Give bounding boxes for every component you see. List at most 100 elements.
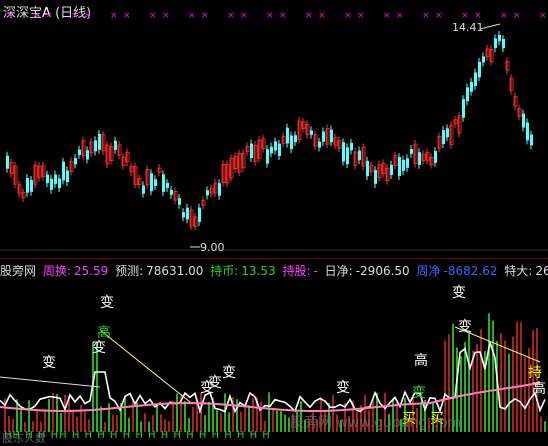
top-marker: × — [422, 11, 430, 21]
signal-label: 变 — [100, 295, 114, 311]
top-marker: × — [84, 11, 92, 21]
candle-body — [482, 56, 485, 63]
signal-label: 变 — [208, 375, 222, 391]
candle-body — [478, 61, 481, 78]
volume-bar — [516, 321, 518, 432]
candle-body — [162, 174, 165, 192]
volume-bar — [28, 400, 30, 432]
trend-line — [99, 329, 191, 403]
top-marker: × — [383, 11, 391, 21]
indicator-info-bar: 股旁网 周换: 25.59 预测: 78631.00 持币: 13.53 持股: - 日… — [0, 262, 548, 280]
candle-body — [502, 38, 505, 49]
indicator-panel[interactable]: 变变变高变变变变高变变变持高买买 HH H H HH H H H H H H H… — [0, 282, 548, 446]
volume-bar — [492, 320, 494, 432]
candle-body — [274, 141, 277, 151]
volume-bar — [184, 400, 186, 432]
daily-net-label: 日净: — [324, 264, 353, 278]
candle-body — [294, 135, 297, 143]
top-marker: × — [318, 11, 326, 21]
signal-label: 变 — [452, 285, 466, 301]
candle-body — [350, 143, 353, 151]
volume-bar — [36, 408, 38, 432]
indicator-chart — [0, 313, 546, 432]
candle-body — [30, 179, 33, 192]
volume-bar — [508, 353, 510, 432]
candle-body — [54, 174, 57, 184]
candle-body — [218, 183, 221, 196]
volume-bar — [80, 404, 82, 432]
volume-bar — [192, 406, 194, 432]
volume-bar — [260, 401, 262, 432]
volume-bar — [196, 404, 198, 432]
top-marker: × — [279, 11, 287, 21]
top-marker: × — [6, 11, 14, 21]
volume-bar — [480, 329, 482, 432]
daily-net-value: -2906.50 — [355, 264, 410, 278]
candle-body — [446, 128, 449, 138]
top-marker: × — [357, 11, 365, 21]
app-name: 股旁网 — [0, 264, 37, 278]
top-marker: × — [266, 11, 274, 21]
candlestick-chart: × × × × × × × × × × × × × × × × × × × × × × × × × × × × — [0, 11, 548, 251]
candle-body — [142, 185, 145, 194]
candle-body — [470, 81, 473, 92]
candle-body — [322, 131, 325, 142]
volume-bar — [208, 401, 210, 432]
candle-body — [74, 158, 77, 165]
watermark: 股旁网 www.gupang.com — [290, 415, 462, 431]
candle-body — [86, 150, 89, 160]
candle-body — [50, 178, 53, 190]
top-marker: × — [513, 11, 521, 21]
volume-bar — [64, 394, 66, 432]
top-marker: × — [240, 11, 248, 21]
volume-bar — [176, 393, 178, 432]
candle-body — [290, 135, 293, 150]
top-marker: × — [500, 11, 508, 21]
candle-body — [530, 134, 533, 146]
candle-body — [526, 122, 529, 141]
candle-body — [286, 127, 289, 144]
candle-body — [98, 133, 101, 150]
candle-body — [266, 149, 269, 164]
volume-bar — [520, 322, 522, 432]
volume-bar — [464, 342, 466, 432]
volume-bar — [172, 400, 174, 432]
top-marker: × — [396, 11, 404, 21]
high-price-label: 14.41 — [452, 21, 484, 34]
candle-body — [6, 155, 9, 169]
volume-bar — [280, 411, 282, 432]
trend-line — [0, 376, 101, 388]
candle-body — [366, 160, 369, 177]
candle-body — [410, 149, 413, 154]
cash-hold-label: 持币: — [210, 264, 239, 278]
volume-bar — [476, 344, 478, 432]
volume-bar — [84, 411, 86, 432]
top-marker: × — [539, 11, 547, 21]
candle-body — [494, 38, 497, 49]
candle-body — [278, 143, 281, 157]
volume-bar — [500, 333, 502, 432]
candle-body — [346, 147, 349, 165]
volume-bar — [468, 332, 470, 432]
top-marker: × — [32, 11, 40, 21]
candle-body — [46, 174, 49, 184]
candle-body — [442, 130, 445, 145]
candle-body — [474, 72, 477, 87]
top-marker: × — [227, 11, 235, 21]
candle-body — [94, 140, 97, 152]
volume-bar — [56, 394, 58, 432]
volume-bar — [544, 421, 546, 432]
top-marker: × — [305, 11, 313, 21]
volume-bar — [540, 416, 542, 432]
volume-bar — [224, 393, 226, 432]
candle-body — [26, 177, 29, 193]
candle-body — [270, 146, 273, 154]
weekly-net-label: 周净 — [416, 264, 441, 278]
candle-body — [318, 141, 321, 148]
candle-body — [462, 99, 465, 118]
volume-bar — [504, 340, 506, 432]
candlestick-panel[interactable]: 深深宝A (日线) × × × × × × × × × × × × × × × × × × × × × × × × × × × × 1… — [0, 0, 548, 258]
signal-label: 变 — [222, 365, 236, 381]
volume-bar — [244, 405, 246, 432]
signal-label: 变 — [412, 385, 426, 401]
